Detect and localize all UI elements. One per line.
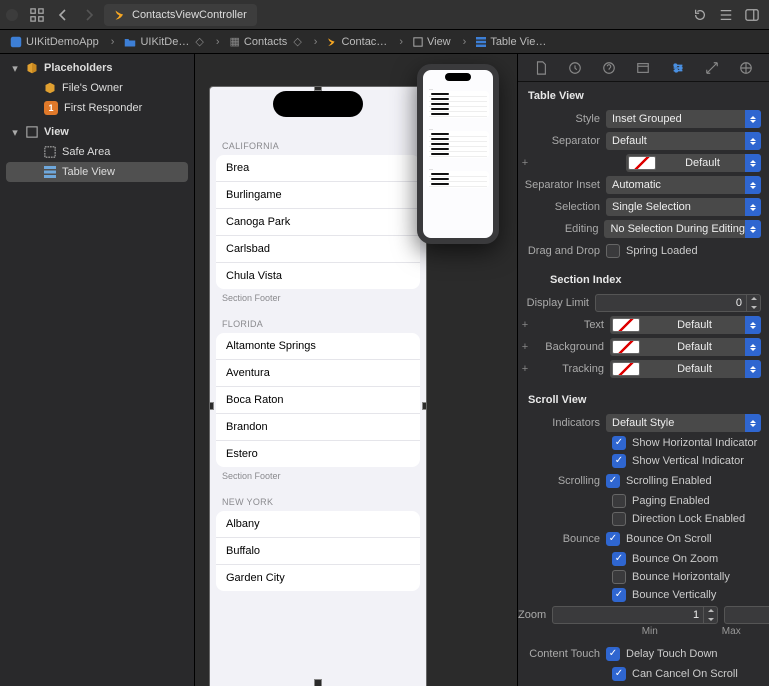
tab-title: ContactsViewController <box>132 9 247 21</box>
section-header: NEW YORK <box>210 487 426 511</box>
preview-thumbnail[interactable]: — — — <box>417 64 499 244</box>
separator-popup[interactable]: Default <box>606 132 761 150</box>
add-text-color[interactable]: + <box>518 319 532 331</box>
titlebar: ContactsViewController <box>0 0 769 30</box>
section-group: Altamonte SpringsAventuraBoca RatonBrand… <box>216 333 420 467</box>
size-inspector-icon[interactable] <box>701 57 723 79</box>
table-cell[interactable]: Canoga Park <box>216 209 420 236</box>
selection-popup[interactable]: Single Selection <box>606 198 761 216</box>
direction-lock-checkbox[interactable] <box>612 512 626 526</box>
attributes-inspector-icon[interactable] <box>667 57 689 79</box>
bounce-zoom-checkbox[interactable] <box>612 552 626 566</box>
table-cell[interactable]: Garden City <box>216 565 420 591</box>
grid-icon[interactable] <box>26 4 48 26</box>
refresh-icon[interactable] <box>689 4 711 26</box>
section-footer: Section Footer <box>210 467 426 487</box>
help-inspector-icon[interactable] <box>598 57 620 79</box>
outline-view[interactable]: ▾ View <box>0 122 194 142</box>
file-tab[interactable]: ContactsViewController <box>104 4 257 26</box>
separator-color-popup[interactable]: Default <box>626 154 761 172</box>
swift-icon <box>114 9 126 21</box>
indicators-popup[interactable]: Default Style <box>606 414 761 432</box>
table-cell[interactable]: Estero <box>216 441 420 467</box>
crumb-storyboard[interactable]: ▦Contacts◇ <box>210 30 308 53</box>
table-cell[interactable]: Boca Raton <box>216 387 420 414</box>
delay-touch-checkbox[interactable] <box>606 647 620 661</box>
section-footer: Section Footer <box>210 289 426 309</box>
bounce-scroll-checkbox[interactable] <box>606 532 620 546</box>
section-index-title: Section Index <box>518 262 769 292</box>
zoom-min-field[interactable] <box>552 606 718 624</box>
back-icon[interactable] <box>52 4 74 26</box>
table-view-preview[interactable]: CALIFORNIABreaBurlingameCanoga ParkCarls… <box>209 86 427 686</box>
inspector-tabs <box>518 54 769 82</box>
scrollview-section-title: Scroll View <box>518 380 769 412</box>
add-separator-color[interactable]: + <box>518 157 532 169</box>
identity-inspector-icon[interactable] <box>632 57 654 79</box>
window-close[interactable] <box>6 9 18 21</box>
style-popup[interactable]: Inset Grouped <box>606 110 761 128</box>
outline-table-view[interactable]: Table View <box>6 162 188 182</box>
crumb-folder[interactable]: UIKitDe…◇ <box>105 30 210 53</box>
show-v-checkbox[interactable] <box>612 454 626 468</box>
resize-handle-right[interactable] <box>422 402 427 410</box>
zoom-max-field[interactable] <box>724 606 769 624</box>
add-tracking-color[interactable]: + <box>518 363 532 375</box>
canvas[interactable]: CALIFORNIABreaBurlingameCanoga ParkCarls… <box>195 54 517 686</box>
index-bg-popup[interactable]: Default <box>610 338 761 356</box>
table-cell[interactable]: Carlsbad <box>216 236 420 263</box>
resize-handle-left[interactable] <box>209 402 214 410</box>
scrolling-enabled-checkbox[interactable] <box>606 474 620 488</box>
bounce-h-checkbox[interactable] <box>612 570 626 584</box>
resize-handle-top[interactable] <box>314 86 322 91</box>
cancel-scroll-checkbox[interactable] <box>612 667 626 681</box>
table-cell[interactable]: Burlingame <box>216 182 420 209</box>
panels-icon[interactable] <box>741 4 763 26</box>
breadcrumb: UIKitDemoApp UIKitDe…◇ ▦Contacts◇ Contac… <box>0 30 769 54</box>
crumb-app[interactable]: UIKitDemoApp <box>4 30 105 53</box>
first-responder-icon: 1 <box>44 101 58 115</box>
connections-inspector-icon[interactable] <box>735 57 757 79</box>
outline-first-responder[interactable]: 1 First Responder <box>0 98 194 118</box>
paging-checkbox[interactable] <box>612 494 626 508</box>
section-group: AlbanyBuffaloGarden City <box>216 511 420 591</box>
index-tracking-popup[interactable]: Default <box>610 360 761 378</box>
section-header: FLORIDA <box>210 309 426 333</box>
table-cell[interactable]: Brea <box>216 155 420 182</box>
display-limit-field[interactable] <box>595 294 761 312</box>
outline-safe-area[interactable]: Safe Area <box>0 142 194 162</box>
table-cell[interactable]: Chula Vista <box>216 263 420 289</box>
section-group: BreaBurlingameCanoga ParkCarlsbadChula V… <box>216 155 420 289</box>
table-cell[interactable]: Altamonte Springs <box>216 333 420 360</box>
crumb-scene[interactable]: Contac… <box>308 30 394 53</box>
notch <box>273 91 363 117</box>
color-swatch <box>628 156 656 170</box>
table-cell[interactable]: Albany <box>216 511 420 538</box>
spring-loaded-checkbox[interactable] <box>606 244 620 258</box>
attributes-inspector: Table View StyleInset Grouped SeparatorD… <box>517 54 769 686</box>
show-h-checkbox[interactable] <box>612 436 626 450</box>
section-header: CALIFORNIA <box>210 131 426 155</box>
crumb-view[interactable]: View <box>393 30 456 53</box>
tableview-section-title: Table View <box>518 82 769 108</box>
table-cell[interactable]: Brandon <box>216 414 420 441</box>
index-text-popup[interactable]: Default <box>610 316 761 334</box>
history-inspector-icon[interactable] <box>564 57 586 79</box>
crumb-tableview[interactable]: Table Vie… <box>457 30 553 53</box>
file-inspector-icon[interactable] <box>530 57 552 79</box>
document-outline: ▾ Placeholders File's Owner 1 First Resp… <box>0 54 195 686</box>
table-cell[interactable]: Aventura <box>216 360 420 387</box>
outline-files-owner[interactable]: File's Owner <box>0 78 194 98</box>
inset-popup[interactable]: Automatic <box>606 176 761 194</box>
resize-handle-bottom[interactable] <box>314 679 322 686</box>
table-cell[interactable]: Buffalo <box>216 538 420 565</box>
editing-popup[interactable]: No Selection During Editing <box>604 220 761 238</box>
outline-placeholders[interactable]: ▾ Placeholders <box>0 58 194 78</box>
bounce-v-checkbox[interactable] <box>612 588 626 602</box>
forward-icon[interactable] <box>78 4 100 26</box>
menu-icon[interactable] <box>715 4 737 26</box>
add-bg-color[interactable]: + <box>518 341 532 353</box>
